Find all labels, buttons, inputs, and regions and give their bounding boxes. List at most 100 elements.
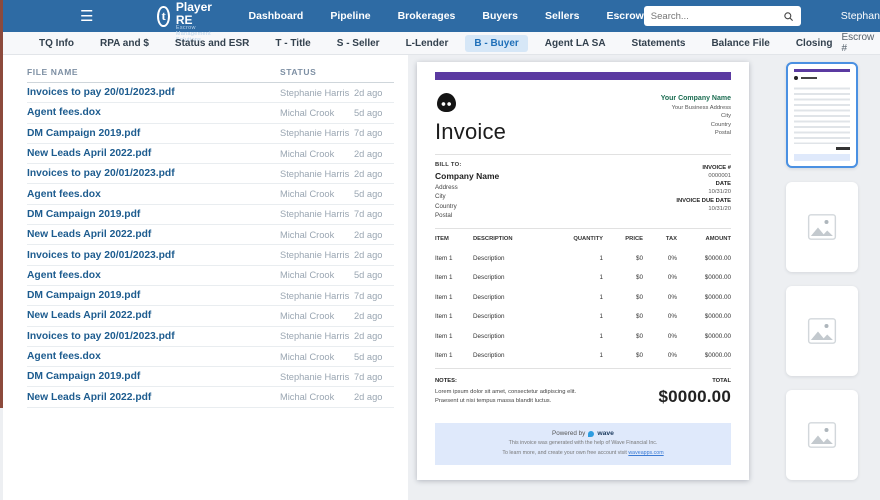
table-row[interactable]: DM Campaign 2019.pdf Stephanie Harris 7d a…	[27, 205, 394, 226]
nav-item-buyers[interactable]: Buyers	[482, 10, 518, 22]
tab-closing[interactable]: Closing	[787, 35, 842, 52]
file-link[interactable]: New Leads April 2022.pdf	[27, 310, 280, 321]
thumbnail-page-selected[interactable]	[786, 62, 858, 168]
table-row[interactable]: Invoices to pay 20/01/2023.pdf Stephanie …	[27, 164, 394, 185]
file-link[interactable]: DM Campaign 2019.pdf	[27, 128, 280, 139]
thumbnail-placeholder[interactable]	[786, 286, 858, 376]
item-item: Item 1	[435, 313, 453, 320]
table-row[interactable]: Agent fees.dox Michal Crook 5d ago	[27, 103, 394, 124]
file-link[interactable]: Invoices to pay 20/01/2023.pdf	[27, 250, 280, 261]
file-link[interactable]: Agent fees.dox	[27, 270, 280, 281]
file-status-age: 5d ago	[354, 270, 383, 281]
table-row[interactable]: New Leads April 2022.pdf Michal Crook 2d a…	[27, 225, 394, 246]
item-quantity: 1	[599, 274, 603, 281]
invoice-summary: NOTES: Lorem ipsum dolor sit amet, conse…	[435, 378, 731, 407]
search-box[interactable]	[643, 6, 801, 26]
invoice-total: TOTAL $0000.00	[658, 378, 731, 407]
table-row[interactable]: DM Campaign 2019.pdf Stephanie Harris 7d a…	[27, 367, 394, 388]
invoice-items-body: Item 1 Description 1 $0 0% $0000.00 Item 1 Desc…	[435, 255, 731, 360]
invoice-meta-label: INVOICE #	[702, 164, 731, 171]
tab-balance-file[interactable]: Balance File	[702, 35, 778, 52]
tab-l-lender[interactable]: L-Lender	[397, 35, 458, 52]
table-row[interactable]: Agent fees.dox Michal Crook 5d ago	[27, 184, 394, 205]
tab-rpa-and[interactable]: RPA and $	[91, 35, 158, 52]
table-row[interactable]: Invoices to pay 20/01/2023.pdf Stephanie …	[27, 245, 394, 266]
table-row[interactable]: Invoices to pay 20/01/2023.pdf Stephanie …	[27, 327, 394, 347]
tab-b-buyer[interactable]: B - Buyer	[465, 34, 528, 52]
tab-s-seller[interactable]: S - Seller	[328, 35, 389, 52]
item-item: Item 1	[435, 293, 453, 301]
invoice-item-row: Item 1 Description 1 $0 0% $0000.00	[435, 294, 731, 301]
tab-status-and-esr[interactable]: Status and ESR	[166, 35, 258, 52]
file-link[interactable]: New Leads April 2022.pdf	[27, 392, 280, 403]
search-icon[interactable]	[783, 11, 794, 22]
tabs-container: TQ Info RPA and $ Status and ESR T - Title S…	[30, 34, 842, 52]
file-table-body: Invoices to pay 20/01/2023.pdf Stephanie …	[27, 83, 394, 408]
item-quantity: 1	[599, 332, 603, 340]
item-description: Description	[473, 293, 505, 301]
file-status-user: Michal Crook	[280, 229, 335, 240]
file-link[interactable]: DM Campaign 2019.pdf	[27, 209, 280, 220]
file-link[interactable]: Invoices to pay 20/01/2023.pdf	[27, 168, 280, 179]
nav-item-sellers[interactable]: Sellers	[545, 10, 579, 22]
table-row[interactable]: Invoices to pay 20/01/2023.pdf Stephanie …	[27, 83, 394, 104]
file-status-user: Michal Crook	[280, 392, 335, 403]
item-price: $0	[635, 332, 643, 340]
footer-line-2: To learn more, and create your own free …	[439, 450, 727, 457]
file-link[interactable]: DM Campaign 2019.pdf	[27, 290, 280, 301]
file-table-header: FILE NAME STATUS	[27, 61, 394, 83]
nav-item-brokerages[interactable]: Brokerages	[398, 10, 456, 22]
table-row[interactable]: Agent fees.dox Michal Crook 5d ago	[27, 266, 394, 286]
file-status-user: Michal Crook	[280, 189, 335, 200]
thumbnail-placeholder[interactable]	[786, 390, 858, 480]
file-link[interactable]: Agent fees.dox	[27, 351, 280, 362]
item-amount: $0000.00	[704, 254, 731, 262]
table-row[interactable]: New Leads April 2022.pdf Michal Crook 2d a…	[27, 387, 394, 408]
item-price: $0	[635, 352, 643, 359]
table-row[interactable]: DM Campaign 2019.pdf Stephanie Harris 7d a…	[27, 124, 394, 144]
invoice-meta-block: INVOICE #0000001 DATE 10/31/20 INVOICE DUE …	[676, 162, 731, 219]
column-file-name: FILE NAME	[27, 66, 79, 77]
invoice-item-row: Item 1 Description 1 $0 0% $0000.00	[435, 313, 731, 320]
footer-line-1: This invoice was generated with the help…	[508, 440, 658, 447]
file-link[interactable]: DM Campaign 2019.pdf	[27, 371, 280, 382]
items-column-tax: TAX	[665, 236, 677, 242]
waveapps-link[interactable]: waveapps.com	[628, 450, 663, 456]
tab-tq-info[interactable]: TQ Info	[30, 35, 83, 52]
item-amount: $0000.00	[704, 274, 731, 281]
user-menu[interactable]: Stephanie Harris ▾	[841, 10, 880, 22]
user-name-label: Stephanie Harris	[840, 10, 880, 22]
app-title: Team Player RE	[175, 0, 212, 27]
thumbnail-placeholder[interactable]	[786, 182, 858, 272]
item-amount: $0000.00	[704, 352, 731, 359]
bill-to-country: Country	[435, 202, 457, 210]
file-status-user: Stephanie Harris	[280, 128, 350, 139]
file-link[interactable]: Invoices to pay 20/01/2023.pdf	[27, 87, 280, 98]
table-row[interactable]: New Leads April 2022.pdf Michal Crook 2d a…	[27, 306, 394, 327]
nav-item-escrow[interactable]: Escrow	[606, 10, 643, 22]
search-input[interactable]	[650, 10, 783, 22]
nav-item-dashboard[interactable]: Dashboard	[248, 10, 303, 22]
table-row[interactable]: New Leads April 2022.pdf Michal Crook 2d a…	[27, 144, 394, 165]
tab-statements[interactable]: Statements	[623, 35, 695, 52]
file-link[interactable]: Invoices to pay 20/01/2023.pdf	[27, 331, 280, 342]
invoice-document: Invoice Your Company Name Your Business …	[417, 62, 749, 480]
item-tax: 0%	[667, 332, 677, 340]
main-content: FILE NAME STATUS Invoices to pay 20/01/2…	[0, 55, 880, 500]
file-link[interactable]: New Leads April 2022.pdf	[27, 229, 280, 240]
nav-item-pipeline[interactable]: Pipeline	[330, 10, 370, 22]
item-price: $0	[635, 254, 643, 262]
tab-t-title[interactable]: T - Title	[266, 35, 319, 52]
file-link[interactable]: Agent fees.dox	[27, 107, 280, 118]
file-link[interactable]: New Leads April 2022.pdf	[27, 148, 280, 159]
table-row[interactable]: Agent fees.dox Michal Crook 5d ago	[27, 347, 394, 368]
file-link[interactable]: Agent fees.dox	[27, 189, 280, 200]
bill-to-postal: Postal	[435, 212, 453, 219]
bill-to-address: Address	[435, 183, 458, 191]
invoice-title: Invoice	[435, 119, 507, 144]
menu-icon[interactable]: ☰	[80, 9, 93, 24]
table-row[interactable]: DM Campaign 2019.pdf Stephanie Harris 7d a…	[27, 286, 394, 307]
tab-agent-la-sa[interactable]: Agent LA SA	[536, 35, 615, 52]
item-description: Description	[473, 352, 505, 359]
file-status-age: 5d ago	[354, 189, 383, 200]
